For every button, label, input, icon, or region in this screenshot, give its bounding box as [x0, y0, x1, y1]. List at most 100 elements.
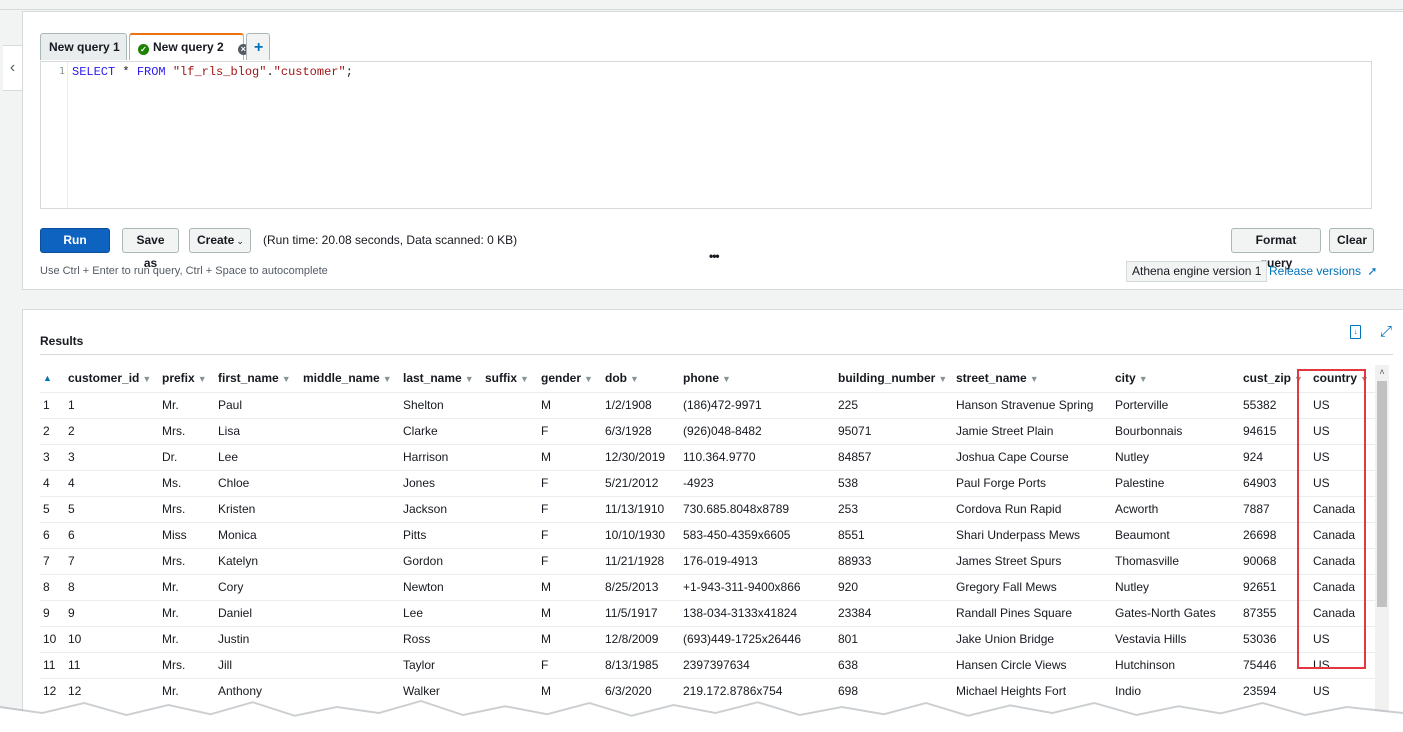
cell-prefix: Mrs.	[162, 424, 186, 438]
column-header-label: customer_id	[68, 371, 140, 385]
cell-first-name: Kristen	[218, 502, 256, 516]
column-header-phone[interactable]: phone ▼	[683, 365, 731, 392]
table-row[interactable]: 4 4 Ms. Chloe Jones F 5/21/2012 -4923 538 Paul Fo…	[40, 470, 1376, 496]
cell-cust-zip: 7887	[1243, 502, 1270, 516]
release-versions-label: Release versions	[1269, 264, 1362, 278]
table-row[interactable]: 8 8 Mr. Cory Newton M 8/25/2013 +1-943-311-9400…	[40, 574, 1376, 600]
cell-dob: 12/8/2009	[605, 632, 659, 646]
column-header-label: city	[1115, 371, 1136, 385]
results-panel: Results ↓ ⤢ ▲ customer_id ▼ prefix ▼ first_n…	[22, 309, 1403, 729]
table-row[interactable]: 2 2 Mrs. Lisa Clarke F 6/3/1928 (926)048-8482 95…	[40, 418, 1376, 444]
cell-first-name: Paul	[218, 398, 243, 412]
table-row[interactable]: 3 3 Dr. Lee Harrison M 12/30/2019 110.364.9770 8…	[40, 444, 1376, 470]
clear-button[interactable]: Clear	[1329, 228, 1374, 253]
cell-customer-id: 11	[68, 658, 81, 672]
table-row[interactable]: 5 5 Mrs. Kristen Jackson F 11/13/1910 730.685.8…	[40, 496, 1376, 522]
column-header-label: street_name	[956, 371, 1027, 385]
column-header-middle-name[interactable]: middle_name ▼	[303, 365, 392, 392]
cell-customer-id: 9	[68, 606, 75, 620]
cell-gender: M	[541, 450, 551, 464]
column-header-street-name[interactable]: street_name ▼	[956, 365, 1039, 392]
caret-down-icon: ▼	[938, 374, 948, 384]
column-header-label: cust_zip	[1243, 371, 1292, 385]
row-number: 8	[43, 580, 50, 594]
collapse-sidebar-button[interactable]: ‹	[3, 45, 23, 91]
cell-cust-zip: 924	[1243, 450, 1264, 464]
column-header-prefix[interactable]: prefix ▼	[162, 365, 207, 392]
cell-building-number: 920	[838, 580, 859, 594]
keyboard-hint: Use Ctrl + Enter to run query, Ctrl + Sp…	[40, 265, 328, 277]
cell-gender: F	[541, 554, 549, 568]
expand-icon[interactable]: ⤢	[1380, 323, 1392, 340]
cell-city: Porterville	[1115, 398, 1169, 412]
cell-street-name: Jake Union Bridge	[956, 632, 1055, 646]
column-header-last-name[interactable]: last_name ▼	[403, 365, 474, 392]
sql-editor[interactable]: 1 SELECT * FROM "lf_rls_blog"."customer"…	[40, 61, 1372, 209]
cell-gender: M	[541, 398, 551, 412]
cell-first-name: Katelyn	[218, 554, 259, 568]
cell-phone: 583-450-4359x6605	[683, 528, 791, 542]
column-header-suffix[interactable]: suffix ▼	[485, 365, 529, 392]
add-tab-button[interactable]: +	[246, 33, 270, 60]
table-row[interactable]: 10 10 Mr. Justin Ross M 12/8/2009 (693)449-1725…	[40, 626, 1376, 652]
column-header-customer-id[interactable]: customer_id ▼	[68, 365, 151, 392]
cell-customer-id: 2	[68, 424, 75, 438]
column-header-first-name[interactable]: first_name ▼	[218, 365, 291, 392]
cell-cust-zip: 90068	[1243, 554, 1277, 568]
cell-dob: 1/2/1908	[605, 398, 652, 412]
cell-gender: M	[541, 606, 551, 620]
cell-dob: 11/13/1910	[605, 502, 665, 516]
column-header-label: country	[1313, 371, 1358, 385]
table-row[interactable]: 9 9 Mr. Daniel Lee M 11/5/1917 138-034-3133x418…	[40, 600, 1376, 626]
cell-building-number: 801	[838, 632, 859, 646]
cell-phone: (693)449-1725x26446	[683, 632, 802, 646]
cell-building-number: 698	[838, 684, 859, 698]
column-header-building-number[interactable]: building_number ▼	[838, 365, 947, 392]
cell-building-number: 88933	[838, 554, 872, 568]
sql-code[interactable]: SELECT * FROM "lf_rls_blog"."customer";	[72, 65, 353, 79]
table-row[interactable]: 11 11 Mrs. Jill Taylor F 8/13/1985 2397397634 63…	[40, 652, 1376, 678]
cell-last-name: Ross	[403, 632, 431, 646]
column-header-dob[interactable]: dob ▼	[605, 365, 639, 392]
resize-handle[interactable]: •••	[709, 249, 720, 263]
table-row[interactable]: 1 1 Mr. Paul Shelton M 1/2/1908 (186)472-9971 22…	[40, 392, 1376, 418]
cell-street-name: Paul Forge Ports	[956, 476, 1047, 490]
download-icon[interactable]: ↓	[1350, 325, 1361, 339]
cell-last-name: Gordon	[403, 554, 444, 568]
scroll-up-icon[interactable]: ˄	[1375, 365, 1389, 379]
scrollbar-thumb[interactable]	[1377, 381, 1387, 607]
cell-customer-id: 7	[68, 554, 75, 568]
column-header-city[interactable]: city ▼	[1115, 365, 1148, 392]
run-query-button[interactable]: Run query	[40, 228, 110, 270]
cell-building-number: 538	[838, 476, 859, 490]
cell-street-name: Cordova Run Rapid	[956, 502, 1062, 516]
format-query-button[interactable]: Format query	[1231, 228, 1321, 270]
release-versions-link[interactable]: Release versions ➚	[1269, 264, 1377, 278]
tab-new-query-2[interactable]: ✓ New query 2 ×	[129, 33, 249, 60]
cell-city: Acworth	[1115, 502, 1159, 516]
table-row[interactable]: 12 12 Mr. Anthony Walker M 6/3/2020 219.172.878…	[40, 678, 1376, 704]
tab-new-query-1[interactable]: New query 1	[40, 33, 127, 60]
table-row[interactable]: 6 6 Miss Monica Pitts F 10/10/1930 583-450-4359…	[40, 522, 1376, 548]
column-header-label: gender	[541, 371, 582, 385]
cell-prefix: Mrs.	[162, 658, 186, 672]
sort-ascending-icon[interactable]: ▲	[43, 365, 52, 392]
column-header-label: middle_name	[303, 371, 380, 385]
table-row[interactable]: 7 7 Mrs. Katelyn Gordon F 11/21/1928 176-019-49…	[40, 548, 1376, 574]
column-header-gender[interactable]: gender ▼	[541, 365, 593, 392]
top-border	[0, 0, 1403, 10]
save-as-button[interactable]: Save as	[122, 228, 179, 270]
cell-phone: (926)048-8482	[683, 424, 762, 438]
cell-city: Vestavia Hills	[1115, 632, 1187, 646]
cell-city: Gates-North Gates	[1115, 606, 1216, 620]
column-header-label: last_name	[403, 371, 462, 385]
column-header-cust-zip[interactable]: cust_zip ▼	[1243, 365, 1303, 392]
cell-phone: 2397397634	[683, 658, 750, 672]
cell-gender: F	[541, 476, 549, 490]
column-header-country[interactable]: country ▼	[1313, 365, 1369, 392]
cell-dob: 12/30/2019	[605, 450, 666, 464]
line-number: 1	[58, 66, 65, 77]
cell-customer-id: 12	[68, 684, 82, 698]
caret-down-icon: ▼	[1360, 374, 1369, 384]
create-button[interactable]: Create ⌄	[189, 228, 251, 253]
